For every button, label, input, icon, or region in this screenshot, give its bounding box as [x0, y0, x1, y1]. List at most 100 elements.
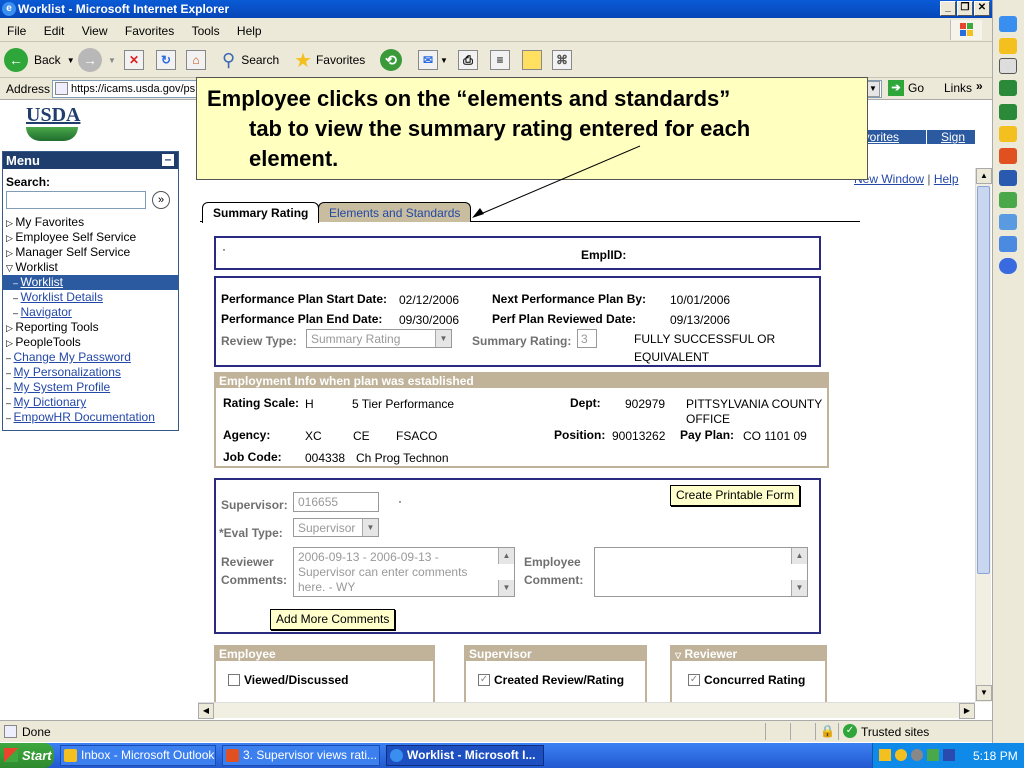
menu-file[interactable]: File: [0, 18, 33, 38]
scroll-right-icon[interactable]: ▶: [959, 703, 975, 719]
stop-button[interactable]: ✕: [124, 46, 144, 74]
file-icon[interactable]: [999, 58, 1017, 74]
security-tray-icon[interactable]: [927, 749, 939, 761]
print-button[interactable]: ⎙: [458, 46, 478, 74]
scroll-up-icon[interactable]: ▲: [791, 548, 807, 564]
task-worklist[interactable]: Worklist - Microsoft I...: [386, 745, 544, 766]
dash-icon: –: [6, 383, 14, 393]
supervisor-field[interactable]: 016655: [293, 492, 379, 512]
excel-icon[interactable]: [999, 80, 1017, 96]
shield-tray-icon[interactable]: [943, 749, 955, 761]
task-powerpoint[interactable]: 3. Supervisor views rati...: [222, 745, 380, 766]
menu-item-navigator[interactable]: – Navigator: [3, 305, 178, 320]
scroll-down-icon[interactable]: ▼: [791, 580, 807, 596]
add-more-comments-button[interactable]: Add More Comments: [270, 609, 396, 630]
menu-item-my-personalizations[interactable]: – My Personalizations: [3, 365, 178, 380]
reviewer-comments-textarea[interactable]: 2006-09-13 - 2006-09-13 - Supervisor can…: [293, 547, 515, 597]
close-button[interactable]: ✕: [974, 1, 990, 16]
minimize-button[interactable]: _: [940, 1, 956, 16]
menu-item-change-my-password[interactable]: – Change My Password: [3, 350, 178, 365]
menu-tools[interactable]: Tools: [185, 18, 227, 38]
vertical-scrollbar[interactable]: ▲ ▼: [975, 168, 992, 702]
task-outlook[interactable]: Inbox - Microsoft Outlook: [60, 745, 216, 766]
create-printable-form-button[interactable]: Create Printable Form: [670, 485, 801, 506]
home-button[interactable]: ⌂: [186, 46, 206, 74]
tab-elements-and-standards[interactable]: Elements and Standards: [318, 202, 472, 222]
links-button[interactable]: Links: [944, 81, 972, 95]
clock-icon[interactable]: [999, 38, 1017, 54]
menu-item-peopletools[interactable]: ▷ PeopleTools: [3, 335, 178, 350]
messenger-icon[interactable]: [999, 236, 1017, 252]
menu-item-my-system-profile[interactable]: – My System Profile: [3, 380, 178, 395]
back-dropdown-icon[interactable]: ▼: [67, 56, 75, 65]
scroll-down-icon[interactable]: ▼: [498, 580, 514, 596]
ie-quicklaunch-icon[interactable]: [999, 16, 1017, 32]
menu-search-input[interactable]: [6, 191, 146, 209]
menu-item-employee-self-service[interactable]: ▷ Employee Self Service: [3, 230, 178, 245]
scroll-left-icon[interactable]: ◀: [198, 703, 214, 719]
mail-tray-icon[interactable]: [879, 749, 891, 761]
discuss-button[interactable]: [522, 46, 542, 74]
start-button[interactable]: Start: [0, 743, 54, 768]
signout-link[interactable]: Sign out: [941, 130, 975, 158]
help-link[interactable]: Help: [934, 172, 959, 186]
scroll-down-icon[interactable]: ▼: [976, 685, 992, 701]
employee-comment-textarea[interactable]: ▲ ▼: [594, 547, 808, 597]
menu-item-worklist[interactable]: ▽ Worklist: [3, 260, 178, 275]
summary-rating-field[interactable]: 3: [577, 329, 597, 348]
network-icon[interactable]: [999, 192, 1017, 208]
word-icon[interactable]: [999, 170, 1017, 186]
search-go-icon[interactable]: »: [152, 191, 170, 209]
search-button[interactable]: ⚲ Search: [222, 46, 279, 74]
eval-type-select[interactable]: Supervisor ▼: [293, 518, 379, 537]
review-type-select[interactable]: Summary Rating ▼: [306, 329, 452, 348]
research-button[interactable]: ⌘: [552, 46, 572, 74]
viewed-discussed-checkbox[interactable]: [228, 674, 240, 686]
network-tray-icon[interactable]: [911, 749, 923, 761]
menu-collapse-icon[interactable]: –: [162, 153, 174, 166]
lock-icon: 🔒: [820, 724, 835, 738]
reviewer-header[interactable]: ▽ Reviewer: [672, 647, 825, 661]
forward-dropdown-icon[interactable]: ▼: [108, 56, 116, 65]
history-icon: ⟲: [380, 49, 402, 71]
created-review-checkbox[interactable]: ✓: [478, 674, 490, 686]
clock-icon-2[interactable]: [999, 126, 1017, 142]
menu-item-my-dictionary[interactable]: – My Dictionary: [3, 395, 178, 410]
refresh-button[interactable]: ↻: [156, 46, 176, 74]
history-button[interactable]: ⟲: [380, 46, 402, 74]
scroll-up-icon[interactable]: ▲: [976, 168, 992, 184]
links-chevron-icon[interactable]: »: [976, 79, 983, 93]
back-button[interactable]: ← Back ▼: [4, 46, 75, 74]
menu-edit[interactable]: Edit: [37, 18, 72, 38]
go-button[interactable]: ➔ Go: [888, 80, 924, 96]
menu-item-reporting-tools[interactable]: ▷ Reporting Tools: [3, 320, 178, 335]
powerpoint-icon[interactable]: [999, 148, 1017, 164]
edit-button[interactable]: ≡: [490, 46, 510, 74]
favorites-button[interactable]: ★ Favorites: [294, 46, 365, 74]
clock-tray-icon[interactable]: [895, 749, 907, 761]
menu-help[interactable]: Help: [230, 18, 269, 38]
menu-item-worklist[interactable]: – Worklist: [3, 275, 178, 290]
horizontal-scrollbar[interactable]: ◀ ▶: [198, 702, 975, 719]
taskbar: Start Inbox - Microsoft Outlook 3. Super…: [0, 743, 1024, 768]
excel-icon-2[interactable]: [999, 104, 1017, 120]
forward-button[interactable]: → ▼: [78, 46, 116, 74]
scroll-thumb[interactable]: [977, 186, 990, 574]
menu-item-worklist-details[interactable]: – Worklist Details: [3, 290, 178, 305]
scroll-up-icon[interactable]: ▲: [498, 548, 514, 564]
restore-button[interactable]: ❐: [957, 1, 973, 16]
menu-item-manager-self-service[interactable]: ▷ Manager Self Service: [3, 245, 178, 260]
concurred-rating-checkbox[interactable]: ✓: [688, 674, 700, 686]
menu-favorites[interactable]: Favorites: [118, 18, 181, 38]
menu-item-my-favorites[interactable]: ▷ My Favorites: [3, 215, 178, 230]
mail-button[interactable]: ✉ ▼: [418, 46, 448, 74]
media-player-icon[interactable]: [999, 258, 1017, 274]
refresh-icon: ↻: [156, 50, 176, 70]
menu-item-empowhr-documentation[interactable]: – EmpowHR Documentation: [3, 410, 178, 425]
outlook-icon[interactable]: [999, 214, 1017, 230]
edit-icon: ≡: [490, 50, 510, 70]
tab-summary-rating[interactable]: Summary Rating: [202, 202, 320, 223]
address-dropdown-icon[interactable]: ▼: [866, 81, 880, 97]
menu-view[interactable]: View: [75, 18, 115, 38]
callout-arrow: [472, 145, 641, 218]
